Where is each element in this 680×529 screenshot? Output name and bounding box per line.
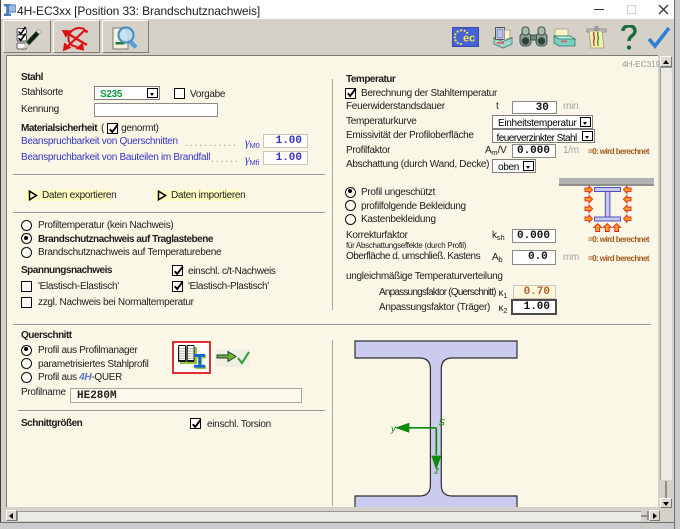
svg-text:ec: ec xyxy=(463,33,475,45)
svg-text:S: S xyxy=(439,418,446,429)
svg-text:y: y xyxy=(390,424,397,435)
svg-text:z: z xyxy=(434,466,440,477)
